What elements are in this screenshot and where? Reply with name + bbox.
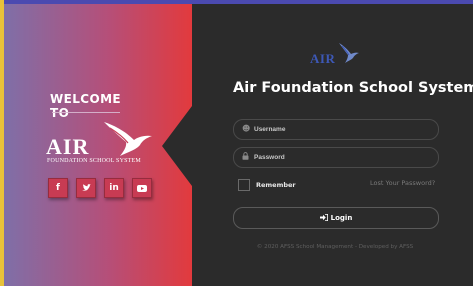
brand-logo-small: AIR bbox=[310, 42, 370, 68]
password-field bbox=[233, 147, 439, 168]
facebook-button[interactable]: f bbox=[48, 178, 68, 198]
app-title: Air Foundation School System bbox=[233, 80, 473, 96]
login-screen: WELCOME TO AIR FOUNDATION SCHOOL SYSTEM … bbox=[0, 0, 473, 286]
logo-subtitle: FOUNDATION SCHOOL SYSTEM bbox=[47, 158, 141, 164]
youtube-icon bbox=[137, 184, 147, 192]
password-input[interactable] bbox=[254, 150, 424, 165]
eagle-icon bbox=[104, 122, 152, 156]
remember-label: Remember bbox=[256, 181, 296, 189]
remember-checkbox[interactable] bbox=[238, 179, 250, 191]
facebook-icon: f bbox=[56, 183, 60, 193]
lost-password-link[interactable]: Lost Your Password? bbox=[370, 179, 435, 187]
twitter-button[interactable] bbox=[76, 178, 96, 198]
youtube-button[interactable] bbox=[132, 178, 152, 198]
linkedin-button[interactable]: in bbox=[104, 178, 124, 198]
remember-me: Remember bbox=[238, 179, 296, 191]
welcome-heading: WELCOME TO bbox=[50, 92, 122, 120]
login-label: Login bbox=[330, 214, 353, 222]
brand-logo-large: AIR FOUNDATION SCHOOL SYSTEM bbox=[44, 120, 154, 168]
username-field: ☻ bbox=[233, 119, 439, 140]
username-input[interactable] bbox=[254, 122, 424, 137]
panel-notch bbox=[162, 106, 192, 186]
welcome-divider bbox=[52, 112, 120, 113]
lock-icon bbox=[242, 152, 249, 162]
footer-copyright: © 2020 AFSS School Management - Develope… bbox=[256, 244, 414, 250]
twitter-icon bbox=[81, 184, 91, 191]
logo-wordmark: AIR bbox=[46, 134, 90, 159]
left-accent-bar bbox=[0, 0, 4, 286]
user-icon: ☻ bbox=[242, 124, 251, 133]
eagle-icon-small bbox=[339, 43, 359, 63]
login-button[interactable]: Login bbox=[233, 207, 439, 229]
logo-wordmark-small: AIR bbox=[310, 51, 336, 66]
sign-in-icon bbox=[319, 213, 328, 223]
social-links: f in bbox=[48, 178, 152, 198]
linkedin-icon: in bbox=[109, 183, 119, 193]
